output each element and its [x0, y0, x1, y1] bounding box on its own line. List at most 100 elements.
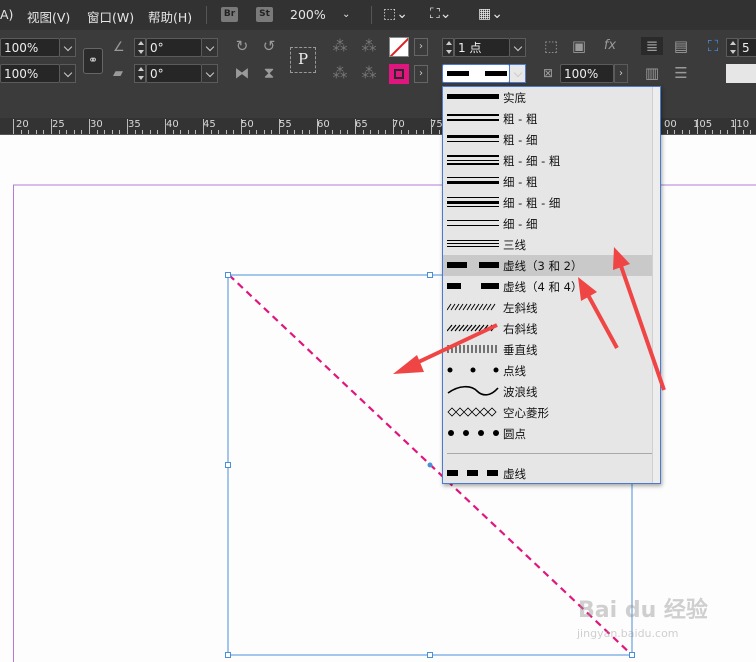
ruler-tick [127, 119, 128, 134]
ruler-tick [195, 130, 196, 134]
stroke-type-dropdown[interactable] [510, 64, 526, 83]
stroke-weight-dropdown[interactable] [510, 38, 526, 57]
fill-menu-arrow-icon[interactable]: › [414, 38, 428, 56]
text-wrap-bounding-icon[interactable]: ▤ [670, 37, 692, 55]
fill-swatch[interactable] [389, 37, 409, 57]
stroke-solid-icon [447, 94, 499, 99]
stroke-menu-item[interactable]: 细 - 细 [443, 213, 660, 234]
stroke-menu-item[interactable]: 左斜线 [443, 297, 660, 318]
reference-point-icon[interactable]: P [290, 47, 316, 73]
text-wrap-none-icon[interactable]: ≣ [641, 37, 663, 55]
frame-handle[interactable] [225, 652, 231, 658]
rotate-angle-field[interactable]: 0° [146, 38, 202, 57]
stroke-swatch[interactable] [389, 64, 409, 84]
text-wrap-shape-icon[interactable]: ▥ [641, 64, 663, 82]
ruler-tick [233, 130, 234, 134]
shear-angle-field[interactable]: 0° [146, 64, 202, 83]
ruler-tick [51, 119, 52, 134]
stroke-menu-item[interactable]: 空心菱形 [443, 402, 660, 423]
columns-field[interactable]: 5 [738, 38, 756, 57]
zoom-level[interactable]: 200% [290, 7, 326, 22]
bridge-button[interactable]: Br [221, 7, 238, 22]
frame-handle[interactable] [629, 652, 635, 658]
stock-button[interactable]: St [256, 7, 273, 22]
stroke-menu-label: 粗 - 细 [503, 133, 538, 147]
view-options-icon[interactable]: ⬚⌄ [383, 6, 408, 22]
stroke-weight-spinner[interactable] [442, 38, 454, 57]
ruler-tick [325, 130, 326, 134]
stroke-menu-item[interactable]: 垂直线 [443, 339, 660, 360]
stroke-menu-item[interactable]: 虚线（4 和 4） [443, 276, 660, 297]
menu-view[interactable]: 视图(V) [27, 7, 70, 26]
stroke-weight-field[interactable]: 1 点 [454, 38, 510, 57]
frame-handle[interactable] [225, 462, 231, 468]
ruler-tick [287, 130, 288, 134]
stroke-menu-item[interactable]: 实底 [443, 87, 660, 108]
stroke-hollow-diamond-icon [447, 407, 497, 417]
ruler-label: 20 [16, 119, 29, 130]
ruler-tick [28, 130, 29, 134]
select-content-icon[interactable]: ⁂ [358, 37, 380, 55]
screen-mode-icon[interactable]: ⛶⌄ [430, 6, 452, 22]
scale-y-field[interactable]: 100% [0, 64, 60, 83]
effects-icon[interactable]: fx [598, 37, 622, 55]
rotate-spinner[interactable] [134, 38, 146, 57]
stroke-menu-item[interactable]: 粗 - 细 - 粗 [443, 150, 660, 171]
right-panel-field[interactable] [726, 64, 756, 83]
ruler-tick [211, 130, 212, 134]
select-next-icon[interactable]: ⁂ [358, 64, 380, 82]
stroke-menu-item[interactable]: 粗 - 细 [443, 129, 660, 150]
stroke-menu-label: 三线 [503, 238, 526, 252]
shear-spinner[interactable] [134, 64, 146, 83]
stroke-menu-item[interactable]: 细 - 粗 [443, 171, 660, 192]
stroke-menu-label: 细 - 粗 - 细 [503, 196, 561, 210]
rotate-clockwise-icon[interactable]: ↻ [231, 37, 253, 55]
constrain-proportions-icon[interactable]: ⚭ [83, 48, 103, 74]
stroke-menu-item[interactable]: 三线 [443, 234, 660, 255]
stroke-menu-label: 粗 - 粗 [503, 112, 538, 126]
stroke-vertical-icon [447, 345, 497, 353]
stroke-menu-item[interactable]: 粗 - 粗 [443, 108, 660, 129]
rotate-counterclockwise-icon[interactable]: ↺ [258, 37, 280, 55]
stroke-type-field[interactable] [442, 64, 510, 83]
frame-handle[interactable] [427, 272, 433, 278]
auto-fit-icon[interactable]: ⛶ [703, 37, 723, 55]
ruler-tick [743, 130, 744, 134]
scale-x-field[interactable]: 100% [0, 38, 60, 57]
flip-horizontal-icon[interactable]: ⧓ [231, 64, 253, 82]
menu-help[interactable]: 帮助(H) [148, 7, 192, 26]
stroke-menu-item[interactable]: 右斜线 [443, 318, 660, 339]
flip-vertical-icon[interactable]: ⧗ [258, 64, 280, 82]
stroke-menu-item[interactable]: 点线 [443, 360, 660, 381]
stroke-menu-item[interactable]: 圆点 [443, 423, 660, 444]
opacity-field[interactable]: 100% [560, 64, 614, 83]
stroke-dashed-3-2-icon [447, 262, 499, 268]
stroke-menu-arrow-icon[interactable]: › [414, 65, 428, 83]
text-wrap-jump-icon[interactable]: ☰ [670, 64, 692, 82]
zoom-dropdown-icon[interactable]: ⌄ [342, 9, 350, 20]
columns-spinner[interactable] [726, 38, 738, 57]
stroke-menu-item[interactable]: 细 - 粗 - 细 [443, 192, 660, 213]
stroke-menu-item-selected[interactable]: 虚线（3 和 2） [443, 255, 660, 276]
menu-window[interactable]: 窗口(W) [87, 7, 134, 26]
arrange-documents-icon[interactable]: ▦⌄ [478, 6, 503, 22]
menu-scrollbar[interactable] [652, 87, 660, 483]
ruler-tick [682, 130, 683, 134]
select-previous-icon[interactable]: ⁂ [329, 64, 351, 82]
scale-y-dropdown[interactable] [60, 64, 76, 83]
ruler-tick [66, 130, 67, 134]
corner-options-icon[interactable]: ⬚ [540, 37, 562, 55]
menu-item-a[interactable]: A) [0, 7, 13, 22]
frame-handle[interactable] [427, 652, 433, 658]
stroke-menu-custom-item[interactable]: 虚线 [443, 463, 660, 484]
frame-handle[interactable] [225, 272, 231, 278]
shear-dropdown[interactable] [202, 64, 218, 83]
stroke-menu-label: 粗 - 细 - 粗 [503, 154, 561, 168]
rotate-dropdown[interactable] [202, 38, 218, 57]
menu-divider [371, 6, 372, 24]
scale-x-dropdown[interactable] [60, 38, 76, 57]
drop-shadow-icon[interactable]: ▣ [568, 37, 590, 55]
stroke-menu-item[interactable]: 波浪线 [443, 381, 660, 402]
opacity-arrow-icon[interactable]: › [614, 64, 628, 83]
select-container-icon[interactable]: ⁂ [329, 37, 351, 55]
